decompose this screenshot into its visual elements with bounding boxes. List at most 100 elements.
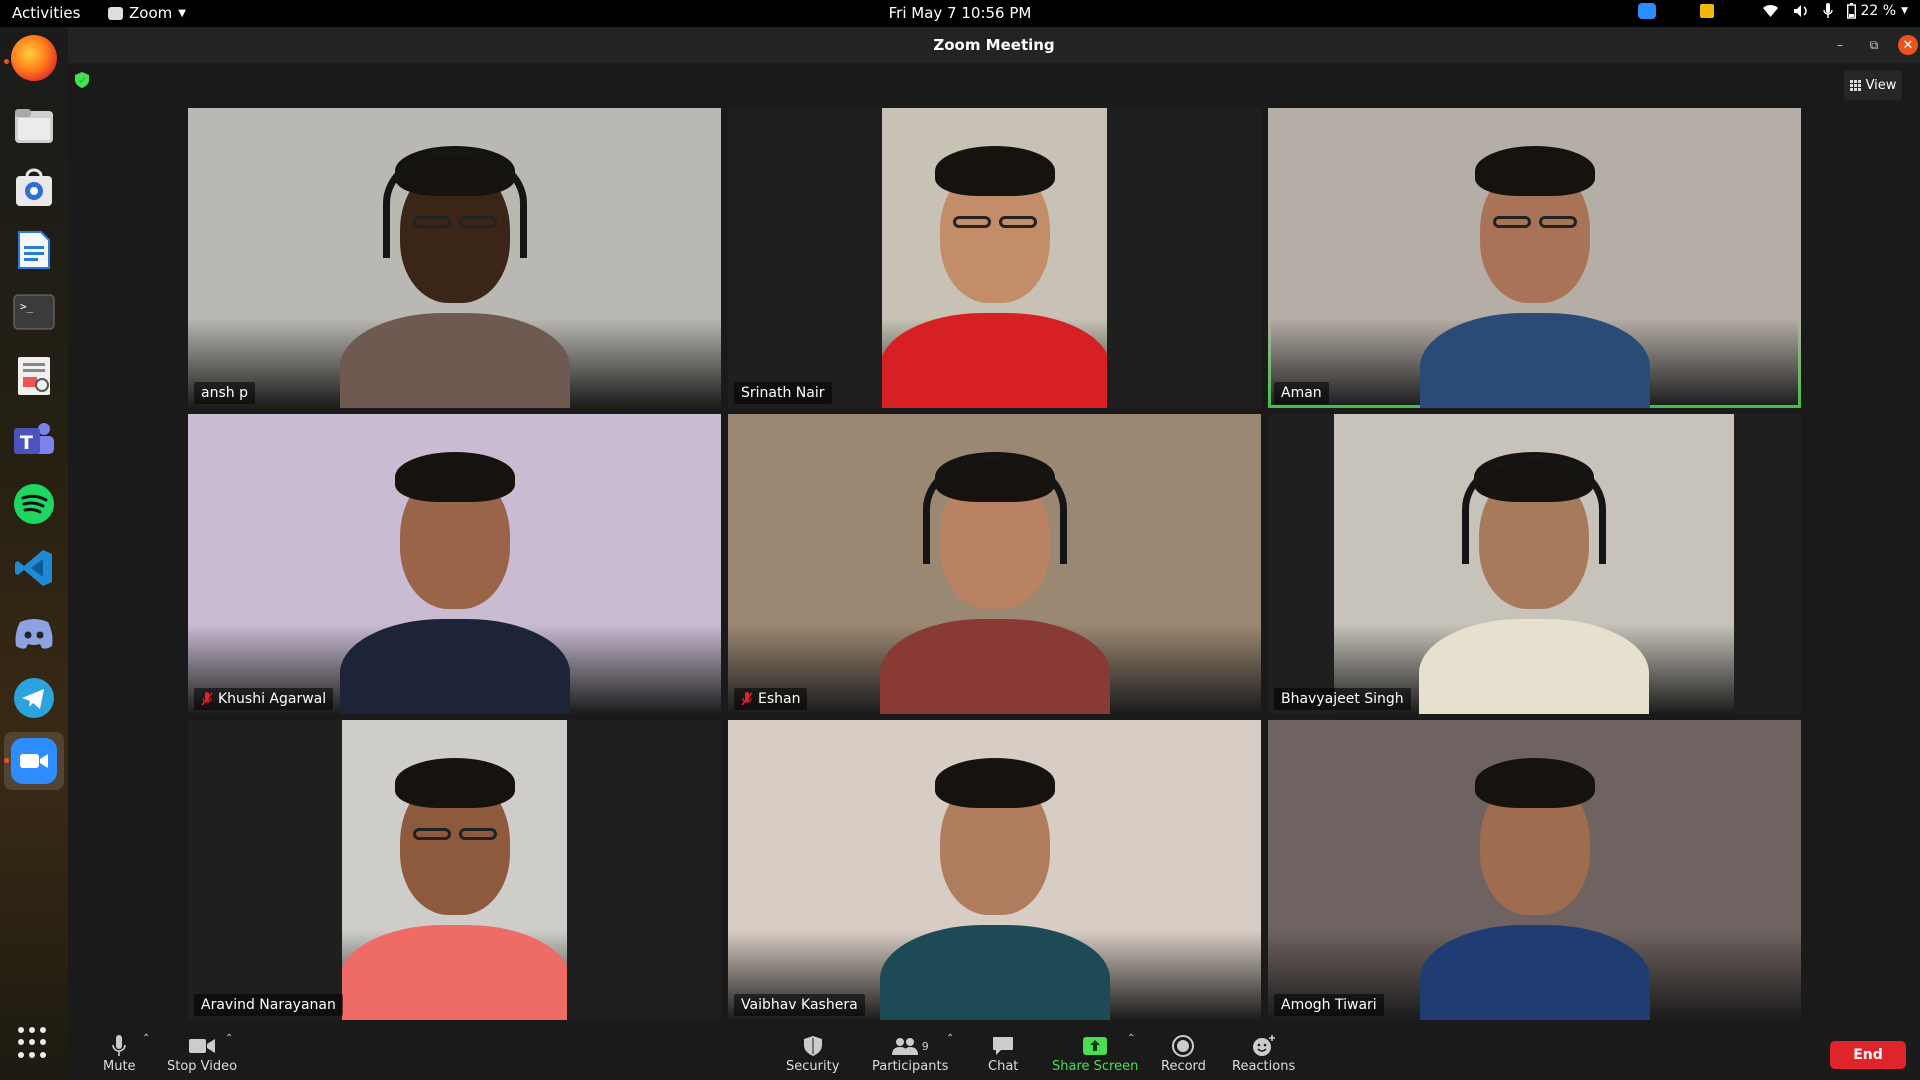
activities-button[interactable]: Activities (12, 4, 80, 22)
app-menu[interactable]: Zoom ▼ (108, 4, 186, 22)
person-glasses (412, 828, 451, 840)
files-icon[interactable] (11, 103, 57, 149)
chat-button[interactable]: Chat (988, 1033, 1018, 1074)
mute-button[interactable]: Mute (103, 1033, 136, 1074)
chevron-down-icon: ▼ (178, 7, 186, 19)
person-hair (394, 758, 515, 808)
minimize-button[interactable]: – (1830, 35, 1850, 55)
shield-icon[interactable] (75, 72, 89, 88)
participant-tile[interactable]: Eshan (728, 414, 1261, 714)
vscode-icon[interactable] (11, 545, 57, 591)
person-headphones (1462, 454, 1606, 564)
close-button[interactable]: ✕ (1898, 35, 1918, 55)
video-gallery: ansh p Srinath Nair Aman Khushi Agarwal … (188, 108, 1803, 1020)
participant-tile[interactable]: Vaibhav Kashera (728, 720, 1261, 1020)
teams-icon[interactable]: T (11, 417, 57, 463)
system-tray[interactable]: 22 % ▼ (1637, 3, 1908, 19)
participant-tile[interactable]: Amogh Tiwari (1268, 720, 1801, 1020)
participant-nameplate: Aravind Narayanan (194, 994, 343, 1016)
security-shield-icon (803, 1036, 822, 1056)
notes-tray-icon[interactable] (1699, 4, 1714, 18)
show-applications-button[interactable] (18, 1027, 50, 1059)
telegram-icon[interactable] (11, 675, 57, 721)
svg-text:>_: >_ (20, 300, 34, 313)
mute-label: Mute (103, 1059, 136, 1074)
zoom-tray-icon[interactable] (1637, 3, 1656, 19)
zoom-icon[interactable] (11, 738, 57, 784)
window-titlebar[interactable]: Zoom Meeting – ⧉ ✕ (68, 27, 1920, 63)
participant-tile[interactable]: Bhavyajeet Singh (1268, 414, 1801, 714)
participant-name: Amogh Tiwari (1281, 997, 1377, 1013)
participant-nameplate: Khushi Agarwal (194, 688, 334, 710)
person-glasses (1538, 216, 1577, 228)
participant-name: Aman (1281, 385, 1322, 401)
participants-button[interactable]: 9 Participants (872, 1033, 948, 1074)
video-options-caret[interactable]: ⌃ (225, 1033, 233, 1044)
running-indicator (4, 59, 9, 64)
person-glasses (1492, 216, 1531, 228)
person-torso (1419, 313, 1650, 408)
participant-name: Eshan (758, 691, 801, 707)
person-headphones (922, 454, 1067, 564)
share-screen-button[interactable]: Share Screen (1052, 1033, 1138, 1074)
terminal-icon[interactable]: >_ (11, 289, 57, 335)
person-torso (882, 313, 1107, 408)
record-label: Record (1161, 1059, 1206, 1074)
writer-icon[interactable] (11, 227, 57, 273)
participants-options-caret[interactable]: ⌃ (946, 1033, 954, 1044)
chat-label: Chat (988, 1059, 1019, 1074)
participant-tile[interactable]: ansh p (188, 108, 721, 408)
participant-nameplate: Srinath Nair (734, 382, 832, 404)
discord-icon[interactable] (11, 611, 57, 657)
chat-bubble-icon (993, 1037, 1014, 1055)
microphone-icon (112, 1035, 127, 1056)
participant-nameplate: Bhavyajeet Singh (1274, 688, 1411, 710)
person-hair (934, 146, 1055, 196)
participant-video (1334, 414, 1734, 714)
maximize-button[interactable]: ⧉ (1864, 35, 1884, 55)
share-options-caret[interactable]: ⌃ (1127, 1033, 1135, 1044)
document-viewer-icon[interactable] (11, 353, 57, 399)
reactions-button[interactable]: Reactions (1232, 1033, 1295, 1074)
participant-nameplate: Aman (1274, 382, 1329, 404)
participant-tile[interactable]: Srinath Nair (728, 108, 1261, 408)
person-glasses (458, 828, 497, 840)
chevron-down-icon: ▼ (1901, 6, 1908, 16)
participant-tile[interactable]: Khushi Agarwal (188, 414, 721, 714)
chevron-up-icon: ⌃ (225, 1033, 234, 1044)
battery-icon (1846, 3, 1856, 19)
participants-count: 9 (921, 1039, 929, 1053)
person-torso (879, 619, 1110, 714)
participant-video (882, 108, 1107, 408)
security-button[interactable]: Security (786, 1033, 839, 1074)
record-button[interactable]: Record (1161, 1033, 1206, 1074)
view-label: View (1865, 77, 1897, 93)
participant-video (728, 414, 1261, 714)
audio-options-caret[interactable]: ⌃ (142, 1033, 150, 1044)
muted-microphone-icon (201, 692, 213, 706)
spotify-icon[interactable] (11, 481, 57, 527)
participant-nameplate: ansh p (194, 382, 255, 404)
person-hair (934, 758, 1055, 808)
battery-label: 22 % (1860, 3, 1897, 19)
person-torso (339, 313, 570, 408)
battery-status[interactable]: 22 % ▼ (1846, 3, 1908, 19)
video-camera-icon (189, 1039, 216, 1053)
view-button[interactable]: View (1844, 70, 1902, 100)
person-glasses (998, 216, 1037, 228)
participant-video (1268, 720, 1801, 1020)
firefox-icon[interactable] (11, 35, 57, 81)
participant-nameplate: Eshan (734, 688, 808, 710)
clock[interactable]: Fri May 7 10:56 PM (0, 4, 1920, 22)
end-meeting-button[interactable]: End (1830, 1041, 1906, 1069)
person-glasses (952, 216, 991, 228)
participant-name: Khushi Agarwal (218, 691, 327, 707)
participant-name: Aravind Narayanan (201, 997, 336, 1013)
volume-icon (1793, 5, 1807, 17)
dock: >_ T (0, 27, 68, 1080)
software-icon[interactable] (11, 165, 57, 211)
participant-tile-active-speaker[interactable]: Aman (1268, 108, 1801, 408)
participants-icon (891, 1038, 918, 1055)
app-menu-label: Zoom (129, 4, 173, 22)
participant-tile[interactable]: Aravind Narayanan (188, 720, 721, 1020)
